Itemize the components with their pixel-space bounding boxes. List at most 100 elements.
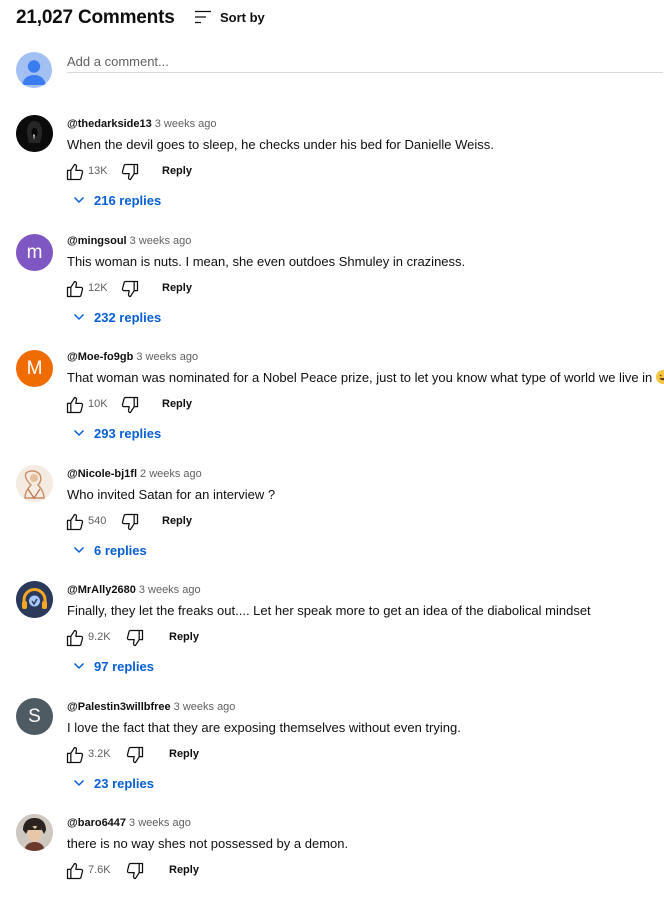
comment-time[interactable]: 2 weeks ago: [140, 468, 202, 480]
view-replies-button[interactable]: 23 replies: [72, 774, 154, 792]
commenter-avatar[interactable]: [16, 465, 53, 502]
replies-count: 216 replies: [94, 192, 162, 208]
reply-button[interactable]: Reply: [162, 515, 192, 527]
comment-text: Finally, they let the freaks out.... Let…: [67, 602, 591, 619]
like-count: 3.2K: [88, 748, 111, 760]
replies-count: 293 replies: [94, 425, 162, 441]
like-icon[interactable]: [65, 162, 85, 182]
chevron-down-icon: [72, 543, 86, 557]
commenter-avatar[interactable]: [16, 115, 53, 152]
dislike-icon[interactable]: [120, 279, 140, 299]
chevron-down-icon: [72, 776, 86, 790]
reply-button[interactable]: Reply: [169, 748, 199, 760]
comment-item: @baro6447 3 weeks ago there is no way shes…: [16, 814, 664, 914]
commenter-avatar[interactable]: M: [16, 350, 53, 387]
comment-time[interactable]: 3 weeks ago: [174, 701, 236, 713]
sketched-figure-icon: [16, 465, 53, 502]
dislike-icon[interactable]: [120, 512, 140, 532]
view-replies-button[interactable]: 97 replies: [72, 657, 154, 675]
like-count: 540: [88, 515, 107, 527]
comment-actions: 7.6K Reply: [65, 861, 285, 881]
comment-item: S @Palestin3willbfree 3 weeks ago I love th…: [16, 698, 664, 798]
comment-item: @MrAlly2680 3 weeks ago Finally, they let …: [16, 581, 664, 681]
reply-button[interactable]: Reply: [162, 165, 192, 177]
like-icon[interactable]: [65, 395, 85, 415]
comment-time[interactable]: 3 weeks ago: [139, 584, 201, 596]
view-replies-button[interactable]: 216 replies: [72, 191, 161, 209]
comment-author[interactable]: @Palestin3willbfree: [67, 701, 171, 713]
comment-text: I love the fact that they are exposing t…: [67, 719, 461, 736]
replies-count: 97 replies: [94, 658, 154, 674]
sort-by-button[interactable]: Sort by: [194, 6, 265, 28]
like-count: 9.2K: [88, 631, 111, 643]
view-replies-button[interactable]: 293 replies: [72, 424, 161, 442]
default-user-icon: [22, 60, 46, 85]
like-icon[interactable]: [65, 279, 85, 299]
like-icon[interactable]: [65, 861, 85, 881]
like-count: 12K: [88, 282, 108, 294]
comment-author[interactable]: @thedarkside13: [67, 118, 152, 130]
view-replies-button[interactable]: 232 replies: [72, 308, 161, 326]
comment-time[interactable]: 3 weeks ago: [136, 351, 198, 363]
avatar-letter: S: [28, 705, 41, 727]
chevron-down-icon: [72, 426, 86, 440]
view-replies-button[interactable]: 6 replies: [72, 541, 147, 559]
comment-actions: 13K Reply: [65, 162, 285, 182]
comment-text-body: there is no way shes not possessed by a …: [67, 836, 349, 851]
comment-text: Who invited Satan for an interview ?: [67, 486, 275, 503]
reply-button[interactable]: Reply: [169, 631, 199, 643]
comment-text-body: I love the fact that they are exposing t…: [67, 720, 461, 735]
commenter-avatar[interactable]: m: [16, 234, 53, 271]
like-icon[interactable]: [65, 512, 85, 532]
comment-time[interactable]: 3 weeks ago: [129, 817, 191, 829]
headphones-logo-icon: [16, 581, 53, 618]
replies-count: 23 replies: [94, 775, 154, 791]
comment-meta: @MrAlly2680 3 weeks ago: [67, 583, 201, 597]
dislike-icon[interactable]: [125, 628, 145, 648]
comment-time[interactable]: 3 weeks ago: [155, 118, 217, 130]
comment-text-body: That woman was nominated for a Nobel Pea…: [67, 370, 653, 385]
dislike-icon[interactable]: [125, 861, 145, 881]
dislike-icon[interactable]: [125, 745, 145, 765]
comment-author[interactable]: @MrAlly2680: [67, 584, 136, 596]
comment-meta: @Palestin3willbfree 3 weeks ago: [67, 700, 235, 714]
comment-actions: 540 Reply: [65, 512, 285, 532]
chevron-down-icon: [72, 310, 86, 324]
commenter-avatar[interactable]: [16, 581, 53, 618]
reply-button[interactable]: Reply: [169, 864, 199, 876]
add-comment-row: [16, 50, 663, 88]
like-count: 13K: [88, 165, 108, 177]
comment-author[interactable]: @mingsoul: [67, 235, 127, 247]
dislike-icon[interactable]: [120, 395, 140, 415]
comment-time[interactable]: 3 weeks ago: [130, 235, 192, 247]
comment-text-body: Finally, they let the freaks out.... Let…: [67, 603, 591, 618]
reply-button[interactable]: Reply: [162, 398, 192, 410]
comment-author[interactable]: @Moe-fo9gb: [67, 351, 133, 363]
commenter-avatar[interactable]: S: [16, 698, 53, 735]
comment-meta: @Moe-fo9gb 3 weeks ago: [67, 350, 198, 364]
comment-author[interactable]: @Nicole-bj1fl: [67, 468, 137, 480]
comment-item: @thedarkside13 3 weeks ago When the devil …: [16, 115, 664, 215]
replies-count: 232 replies: [94, 309, 162, 325]
like-icon[interactable]: [65, 628, 85, 648]
add-comment-input[interactable]: [67, 50, 663, 73]
chevron-down-icon: [72, 659, 86, 673]
hooded-figure-icon: [16, 115, 53, 152]
comment-meta: @baro6447 3 weeks ago: [67, 816, 191, 830]
comment-item: @Nicole-bj1fl 2 weeks ago Who invited Sata…: [16, 465, 664, 565]
like-count: 10K: [88, 398, 108, 410]
comment-meta: @mingsoul 3 weeks ago: [67, 234, 191, 248]
comment-meta: @Nicole-bj1fl 2 weeks ago: [67, 467, 202, 481]
comment-text: there is no way shes not possessed by a …: [67, 835, 348, 852]
comment-text-body: This woman is nuts. I mean, she even out…: [67, 254, 466, 269]
comment-actions: 12K Reply: [65, 279, 285, 299]
comment-meta: @thedarkside13 3 weeks ago: [67, 117, 216, 131]
reply-button[interactable]: Reply: [162, 282, 192, 294]
comment-actions: 3.2K Reply: [65, 745, 285, 765]
comment-text-body: Who invited Satan for an interview ?: [67, 487, 276, 502]
comment-author[interactable]: @baro6447: [67, 817, 126, 829]
like-icon[interactable]: [65, 745, 85, 765]
dislike-icon[interactable]: [120, 162, 140, 182]
comment-item: M @Moe-fo9gb 3 weeks ago That woman was nom…: [16, 348, 664, 448]
commenter-avatar[interactable]: [16, 814, 53, 851]
